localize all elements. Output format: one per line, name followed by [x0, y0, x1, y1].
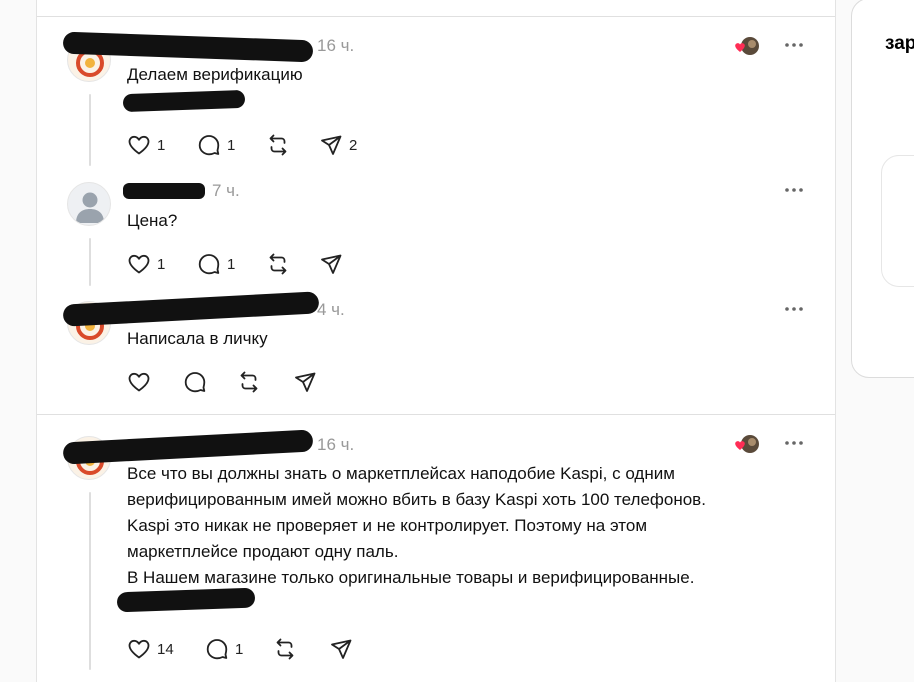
- post-text: Все что вы должны знать о маркетплейсах …: [127, 461, 706, 591]
- redacted-username: [123, 183, 205, 199]
- post-divider: [37, 414, 835, 415]
- reply-button[interactable]: 1: [205, 636, 243, 662]
- post-time: 7 ч.: [212, 181, 240, 200]
- top-divider: [37, 16, 835, 17]
- repost-button[interactable]: [266, 132, 290, 158]
- more-icon[interactable]: [782, 36, 806, 54]
- share-icon: [331, 639, 352, 659]
- like-button[interactable]: 1: [127, 251, 165, 277]
- like-button[interactable]: 1: [127, 132, 165, 158]
- redacted-username: [62, 291, 320, 327]
- reply-icon: [198, 254, 220, 275]
- share-button[interactable]: 2: [319, 132, 357, 158]
- post-time: 16 ч.: [317, 36, 355, 55]
- reply-count: 1: [227, 255, 236, 273]
- more-icon[interactable]: [782, 300, 806, 318]
- like-count: 1: [157, 136, 166, 154]
- reply-icon: [206, 639, 228, 660]
- thread-line: [89, 238, 91, 286]
- heart-icon: [128, 254, 150, 274]
- liker-avatars[interactable]: [733, 433, 763, 455]
- more-icon[interactable]: [782, 181, 806, 199]
- liker-avatars[interactable]: [733, 35, 763, 57]
- post-time: 16 ч.: [317, 435, 355, 454]
- user-silhouette-icon: [76, 192, 104, 223]
- post-text-line: маркетплейсе продают одну паль.: [127, 542, 399, 561]
- post-text-line: Kaspi это никак не проверяет и не контро…: [127, 516, 648, 535]
- thread-line: [89, 492, 91, 670]
- post-text-line: В Нашем магазине только оригинальные тов…: [127, 568, 695, 587]
- repost-button[interactable]: [273, 636, 297, 662]
- thread-line: [89, 94, 91, 166]
- redacted-text: [116, 587, 256, 613]
- like-button[interactable]: [127, 369, 151, 395]
- post-text-line: верифицированным имей можно вбить в базу…: [127, 490, 706, 509]
- repost-icon: [240, 371, 258, 393]
- reply-count: 1: [227, 136, 236, 154]
- share-count: 2: [349, 136, 358, 154]
- reply-button[interactable]: 1: [197, 251, 235, 277]
- repost-icon: [276, 638, 294, 660]
- share-button[interactable]: [293, 369, 317, 395]
- share-button[interactable]: [319, 251, 343, 277]
- sidebar-label[interactable]: зар: [885, 33, 914, 55]
- repost-icon: [269, 134, 287, 156]
- thread-feed: 16 ч. Делаем верификацию 1 1 2 7 ч. Цена…: [36, 0, 836, 682]
- share-button[interactable]: [329, 636, 353, 662]
- reply-icon: [198, 135, 220, 156]
- reply-icon: [184, 372, 206, 393]
- share-icon: [295, 372, 316, 392]
- heart-icon: [128, 135, 150, 155]
- more-icon[interactable]: [782, 434, 806, 452]
- post-text: Написала в личку: [127, 329, 268, 348]
- reply-count: 1: [235, 640, 244, 658]
- repost-button[interactable]: [237, 369, 261, 395]
- post-time: 4 ч.: [317, 300, 345, 319]
- redacted-username: [62, 429, 314, 465]
- like-count: 1: [157, 255, 166, 273]
- repost-icon: [269, 253, 287, 275]
- post-text-line: Все что вы должны знать о маркетплейсах …: [127, 464, 675, 483]
- heart-icon: [128, 639, 150, 659]
- like-button[interactable]: 14: [127, 636, 174, 662]
- post-text: Цена?: [127, 211, 178, 230]
- sidebar-inner-card[interactable]: [881, 155, 914, 287]
- like-count: 14: [157, 640, 174, 658]
- repost-button[interactable]: [266, 251, 290, 277]
- heart-icon: [128, 372, 150, 392]
- redacted-text: [122, 89, 246, 113]
- post-text: Делаем верификацию: [127, 65, 303, 84]
- avatar[interactable]: [67, 182, 111, 226]
- share-icon: [321, 254, 342, 274]
- reply-button[interactable]: 1: [197, 132, 235, 158]
- share-icon: [321, 135, 342, 155]
- reply-button[interactable]: [183, 369, 207, 395]
